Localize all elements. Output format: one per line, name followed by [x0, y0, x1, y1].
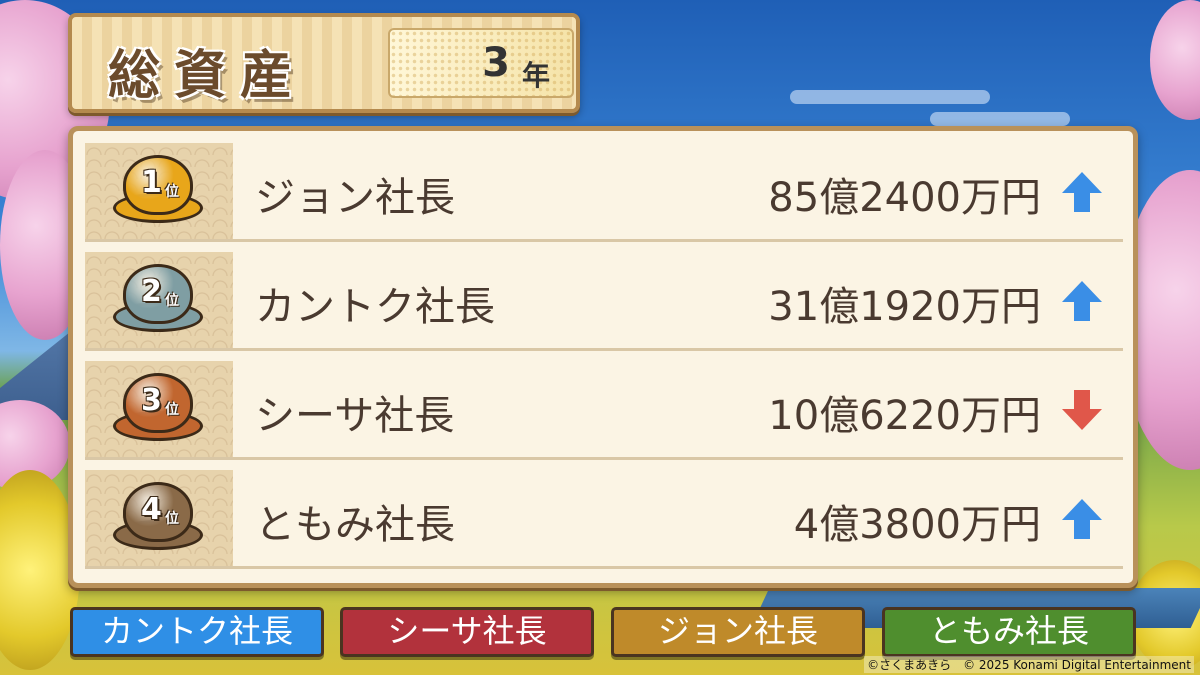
rank-badge-area: 3 位: [85, 361, 233, 457]
president-name: カントク社長: [255, 284, 495, 330]
rank-number: 4: [141, 492, 162, 527]
rank-number: 2: [141, 274, 162, 309]
player-tab-john[interactable]: ジョン社長: [611, 607, 865, 657]
player-tab-shisa[interactable]: シーサ社長: [340, 607, 594, 657]
rank-medal-icon: 3 位: [113, 373, 203, 445]
title-panel: 総資産 3 年: [68, 13, 580, 113]
up-arrow-icon: [1062, 172, 1102, 212]
ranking-row: 3 位 シーサ社長 10億6220万円: [85, 361, 1123, 460]
year-unit: 年: [521, 59, 550, 92]
up-arrow-icon: [1062, 281, 1102, 321]
down-arrow-icon: [1062, 390, 1102, 430]
total-assets-value: 31億1920万円: [768, 284, 1041, 330]
player-tab-kantoku[interactable]: カントク社長: [70, 607, 324, 657]
rank-badge-area: 4 位: [85, 470, 233, 566]
cloud-decoration: [930, 112, 1070, 126]
rank-badge-area: 1 位: [85, 143, 233, 239]
title-label: 総資産: [108, 45, 307, 106]
rank-suffix: 位: [165, 293, 179, 309]
copyright-text: ©さくまあきら © 2025 Konami Digital Entertainm…: [864, 656, 1194, 673]
ranking-panel: 1 位 ジョン社長 85億2400万円 2 位 カントク社長 31億1920万円…: [68, 126, 1138, 588]
rank-suffix: 位: [165, 184, 179, 200]
rank-suffix: 位: [165, 511, 179, 527]
rank-number: 3: [141, 383, 162, 418]
ranking-row: 2 位 カントク社長 31億1920万円: [85, 252, 1123, 351]
president-name: ジョン社長: [255, 175, 455, 221]
player-tab-tomomi[interactable]: ともみ社長: [882, 607, 1136, 657]
rank-medal-icon: 4 位: [113, 482, 203, 554]
rank-suffix: 位: [165, 402, 179, 418]
cloud-decoration: [790, 90, 990, 104]
total-assets-value: 85億2400万円: [768, 175, 1041, 221]
rank-medal-icon: 2 位: [113, 264, 203, 336]
rank-badge-area: 2 位: [85, 252, 233, 348]
year-display: 3 年: [388, 28, 574, 98]
rank-number: 1: [141, 165, 162, 200]
president-name: ともみ社長: [255, 502, 455, 548]
ranking-row: 4 位 ともみ社長 4億3800万円: [85, 470, 1123, 569]
cherry-blossom-decoration: [1150, 0, 1200, 120]
up-arrow-icon: [1062, 499, 1102, 539]
total-assets-value: 10億6220万円: [768, 393, 1041, 439]
year-number: 3: [482, 40, 510, 86]
total-assets-value: 4億3800万円: [793, 502, 1041, 548]
ranking-row: 1 位 ジョン社長 85億2400万円: [85, 143, 1123, 242]
rank-medal-icon: 1 位: [113, 155, 203, 227]
president-name: シーサ社長: [255, 393, 455, 439]
